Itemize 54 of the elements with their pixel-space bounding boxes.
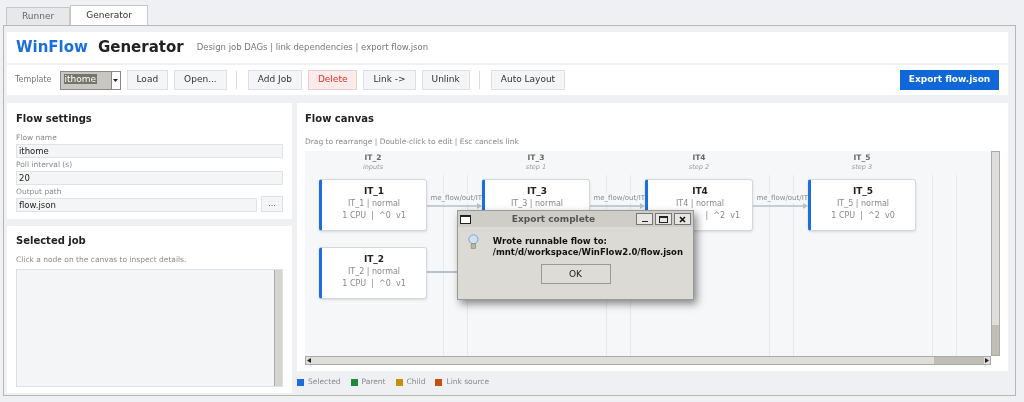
toolbar-button[interactable]: Link -> bbox=[363, 70, 416, 90]
app-title: Generator bbox=[97, 37, 184, 59]
text-field[interactable]: ithome bbox=[16, 144, 283, 158]
node-title: IT_3 bbox=[526, 185, 548, 199]
export-button[interactable]: Export flow.json bbox=[900, 70, 999, 90]
text-field[interactable]: 20 bbox=[16, 171, 283, 185]
node-meta: 1 CPU | ^0 v1 bbox=[342, 278, 406, 291]
node-title: IT_5 bbox=[852, 185, 874, 199]
dialog-message: Wrote runnable flow to: /mnt/d/workspace/WinFlow2.0/flow.json bbox=[492, 235, 683, 259]
app-brand: WinFlow bbox=[16, 37, 88, 59]
job-node[interactable]: IT_1 IT_1 | normal 1 CPU | ^0 v1 bbox=[319, 179, 427, 232]
toolbar-button[interactable]: Delete bbox=[307, 70, 358, 90]
node-type: IT_2 | normal bbox=[347, 266, 401, 279]
node-title: IT_1 bbox=[363, 185, 385, 199]
node-type: IT4 | normal bbox=[675, 198, 725, 211]
maximize-icon[interactable] bbox=[655, 213, 672, 226]
text-field[interactable]: flow.json bbox=[16, 198, 257, 212]
template-dropdown[interactable]: ithome bbox=[59, 70, 121, 90]
edge-arrow bbox=[753, 203, 808, 210]
vertical-scrollbar[interactable] bbox=[274, 270, 282, 386]
node-meta: 1 CPU | ^0 v1 bbox=[342, 210, 406, 223]
scroll-left-icon[interactable] bbox=[307, 358, 311, 363]
node-meta: | ^2 v1 bbox=[705, 210, 741, 223]
node-title: IT4 bbox=[692, 185, 708, 199]
browse-button[interactable]: ... bbox=[261, 196, 283, 212]
window-menu-icon[interactable] bbox=[460, 214, 471, 224]
job-node[interactable]: IT_2 IT_2 | normal 1 CPU | ^0 v1 bbox=[319, 247, 427, 300]
panel-title: Flow settings bbox=[16, 112, 93, 126]
tab[interactable]: Runner bbox=[6, 7, 71, 25]
minimize-icon[interactable] bbox=[636, 213, 653, 226]
node-meta: 1 CPU | ^2 v0 bbox=[831, 210, 895, 223]
lightbulb-icon bbox=[468, 233, 479, 252]
tab[interactable]: Generator bbox=[70, 5, 148, 25]
caret-icon bbox=[113, 78, 118, 82]
panel-title: Flow canvas bbox=[305, 112, 375, 126]
toolbar-button[interactable]: Open... bbox=[174, 70, 227, 90]
vertical-scrollbar[interactable] bbox=[991, 151, 1000, 356]
node-type: IT_5 | normal bbox=[836, 198, 890, 211]
node-type: IT_3 | normal bbox=[510, 198, 564, 211]
app-subtitle: Design job DAGs | link dependencies | export flow.json bbox=[196, 41, 429, 54]
ok-button[interactable]: OK bbox=[540, 264, 611, 285]
toolbar-button[interactable]: Add Job bbox=[247, 70, 302, 90]
horizontal-scrollbar[interactable] bbox=[305, 356, 991, 365]
toolbar-button[interactable]: Load bbox=[126, 70, 169, 90]
template-label: Template bbox=[15, 74, 52, 86]
close-icon[interactable] bbox=[674, 213, 691, 226]
edge-arrow bbox=[427, 203, 482, 210]
node-type: IT_1 | normal bbox=[347, 198, 401, 211]
toolbar-button[interactable]: Unlink bbox=[421, 70, 470, 90]
panel-title: Selected job bbox=[16, 234, 87, 248]
edge-arrow bbox=[590, 203, 645, 210]
node-title: IT_2 bbox=[363, 253, 385, 267]
job-node[interactable]: IT_5 IT_5 | normal 1 CPU | ^2 v0 bbox=[808, 179, 916, 232]
toolbar-button[interactable]: Auto Layout bbox=[490, 70, 566, 90]
